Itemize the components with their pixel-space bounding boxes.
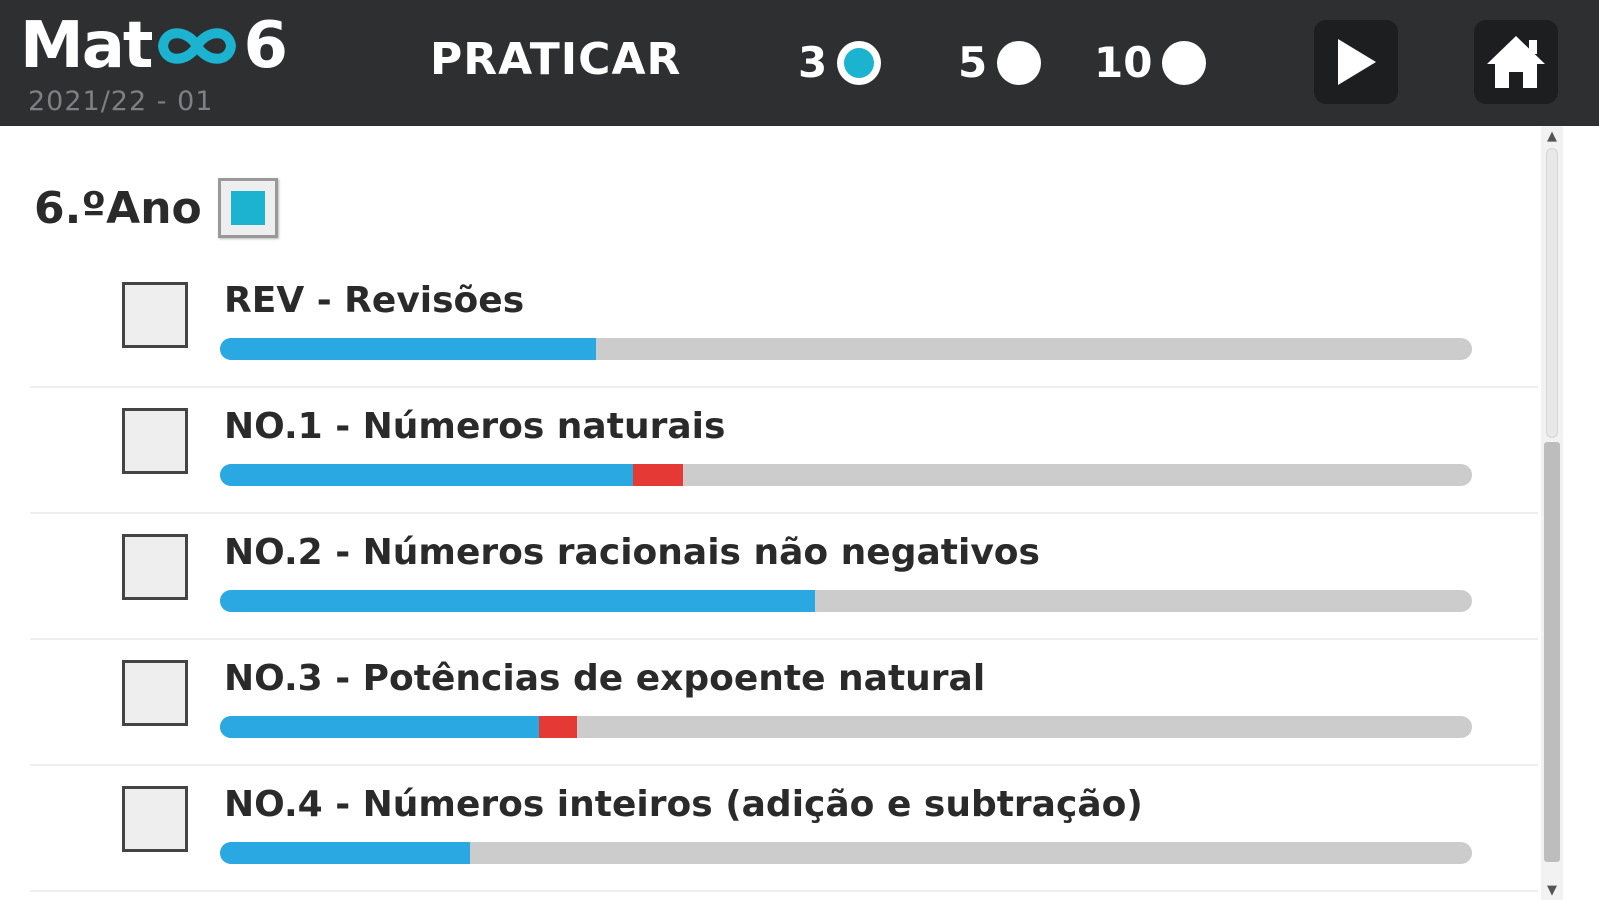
radio-dot[interactable] (1162, 40, 1207, 85)
checkbox-partial-fill (230, 191, 265, 225)
year-label: 6.ºAno (34, 182, 202, 234)
progress-correct (220, 338, 596, 360)
option-label: 5 (958, 38, 988, 87)
topic-label: REV - Revisões (224, 280, 525, 321)
scroll-up-arrow-icon[interactable]: ▲ (1542, 126, 1562, 146)
topic-row: NO.2 - Números racionais não negativos (30, 512, 1538, 640)
progress-correct (220, 464, 634, 486)
progress-bar (220, 716, 1472, 738)
progress-bar (220, 590, 1472, 612)
topic-checkbox[interactable] (122, 534, 188, 600)
home-icon (1487, 36, 1545, 88)
progress-bar (220, 464, 1472, 486)
topic-label: NO.1 - Números naturais (224, 406, 726, 447)
infinity-logo-icon (158, 28, 237, 64)
play-icon (1338, 39, 1376, 85)
progress-wrong (633, 464, 684, 486)
home-button[interactable] (1474, 20, 1558, 104)
logo-text-right: 6 (243, 9, 288, 83)
app-logo: Mat 6 (20, 6, 288, 86)
year-header: 6.ºAno (34, 178, 278, 238)
radio-dot[interactable] (997, 40, 1042, 85)
topic-row: NO.3 - Potências de expoente natural (30, 638, 1538, 766)
option-10-questions[interactable]: 10 (1094, 38, 1207, 87)
topic-row: REV - Revisões (30, 260, 1538, 388)
play-button[interactable] (1314, 20, 1398, 104)
scroll-down-arrow-icon[interactable]: ▼ (1542, 880, 1562, 900)
topic-label: NO.3 - Potências de expoente natural (224, 658, 986, 699)
topic-row: NO.1 - Números naturais (30, 386, 1538, 514)
progress-correct (220, 590, 815, 612)
topic-label: NO.4 - Números inteiros (adição e subtra… (224, 784, 1143, 825)
topic-list: 6.ºAno REV - Revisões NO.1 - Números nat… (0, 126, 1563, 900)
logo-text-left: Mat (20, 9, 153, 83)
topic-label: NO.2 - Números racionais não negativos (224, 532, 1040, 573)
topic-checkbox[interactable] (122, 408, 188, 474)
vertical-scrollbar[interactable]: ▲ ▼ (1541, 126, 1563, 900)
option-label: 10 (1094, 38, 1153, 87)
topic-checkbox[interactable] (122, 660, 188, 726)
option-3-questions[interactable]: 3 (798, 38, 882, 87)
progress-bar (220, 842, 1472, 864)
topic-checkbox[interactable] (122, 282, 188, 348)
progress-bar (220, 338, 1472, 360)
topic-checkbox[interactable] (122, 786, 188, 852)
scrollbar-thumb[interactable] (1544, 442, 1560, 862)
option-5-questions[interactable]: 5 (958, 38, 1042, 87)
radio-dot-selected[interactable] (837, 40, 882, 85)
topic-row: NO.4 - Números inteiros (adição e subtra… (30, 764, 1538, 892)
top-bar: Mat 6 2021/22 - 01 PRATICAR 3 5 10 (0, 0, 1599, 126)
progress-correct (220, 716, 540, 738)
progress-wrong (539, 716, 577, 738)
version-label: 2021/22 - 01 (28, 86, 214, 117)
mode-label: PRATICAR (430, 34, 682, 85)
option-label: 3 (798, 38, 828, 87)
year-checkbox[interactable] (217, 178, 278, 238)
progress-correct (220, 842, 471, 864)
scrollbar-track[interactable] (1546, 148, 1558, 438)
